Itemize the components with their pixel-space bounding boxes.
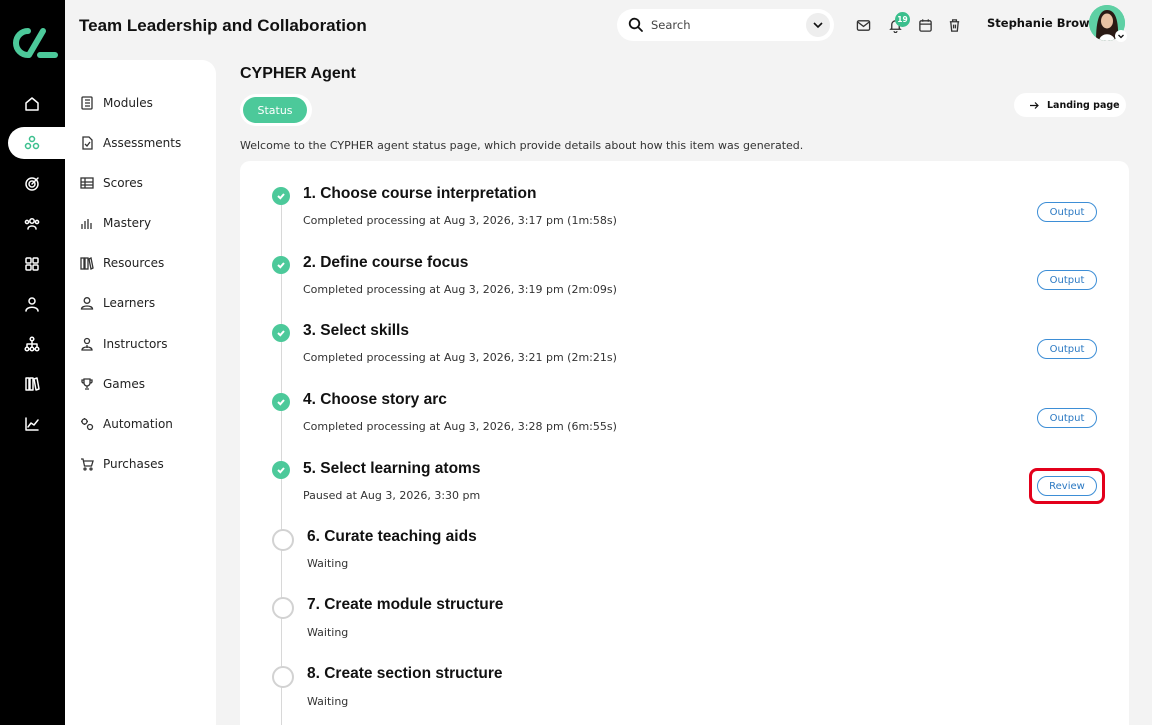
sidebar-item-resources[interactable]: Resources — [80, 252, 164, 274]
landing-page-label: Landing page — [1047, 99, 1120, 111]
pending-circle-icon — [272, 529, 294, 551]
step-status: Waiting — [307, 626, 349, 639]
trash-icon[interactable] — [945, 16, 963, 34]
home-icon[interactable] — [20, 92, 44, 116]
check-icon — [272, 393, 290, 411]
sidebar-item-label: Assessments — [103, 136, 182, 150]
chart-line-icon[interactable] — [20, 412, 44, 436]
page-title: CYPHER Agent — [240, 65, 356, 82]
output-button[interactable]: Output — [1037, 270, 1097, 290]
step-title: 3. Select skills — [303, 322, 409, 339]
output-button[interactable]: Output — [1037, 202, 1097, 222]
sidebar-item-label: Modules — [103, 96, 153, 110]
network-icon[interactable] — [22, 133, 42, 153]
step-title: 5. Select learning atoms — [303, 460, 481, 477]
step-status: Completed processing at Aug 3, 2026, 3:1… — [303, 214, 617, 227]
sidebar-item-learners[interactable]: Learners — [80, 292, 155, 314]
table-icon — [80, 177, 94, 189]
review-highlight-box — [1029, 468, 1105, 504]
gears-icon — [81, 418, 94, 431]
sidebar-item-label: Resources — [103, 256, 165, 270]
pending-circle-icon — [272, 597, 294, 619]
step-title: 8. Create section structure — [307, 665, 503, 682]
output-button[interactable]: Output — [1037, 339, 1097, 359]
app-title: Team Leadership and Collaboration — [79, 16, 367, 35]
chevron-down-icon[interactable] — [1115, 30, 1127, 42]
calendar-icon[interactable] — [916, 16, 934, 34]
tab-status[interactable]: Status — [243, 97, 307, 123]
arrow-right-icon — [1030, 101, 1039, 109]
step-status: Completed processing at Aug 3, 2026, 3:2… — [303, 351, 617, 364]
assessment-icon — [82, 136, 93, 150]
brand-logo[interactable] — [8, 24, 58, 62]
sidebar-item-label: Games — [103, 377, 145, 391]
bar-chart-icon — [81, 219, 92, 229]
step-status: Waiting — [307, 695, 349, 708]
sidebar-item-instructors[interactable]: Instructors — [80, 333, 167, 355]
sidebar-item-purchases[interactable]: Purchases — [80, 453, 164, 475]
sidebar-item-scores[interactable]: Scores — [80, 172, 143, 194]
books-icon — [80, 257, 94, 270]
grid-icon[interactable] — [20, 252, 44, 276]
target-icon[interactable] — [20, 172, 44, 196]
check-icon — [272, 256, 290, 274]
step-title: 6. Curate teaching aids — [307, 528, 477, 545]
step-status: Completed processing at Aug 3, 2026, 3:1… — [303, 283, 617, 296]
sidebar-item-label: Automation — [103, 417, 173, 431]
sidebar-item-label: Instructors — [103, 337, 168, 351]
sidebar-item-label: Mastery — [103, 216, 152, 230]
step-title: 4. Choose story arc — [303, 391, 447, 408]
sidebar-item-games[interactable]: Games — [80, 373, 145, 395]
sidebar-item-assessments[interactable]: Assessments — [80, 132, 181, 154]
steps-card — [240, 161, 1129, 725]
sidebar-item-label: Scores — [103, 176, 143, 190]
search-input[interactable]: Search — [651, 18, 691, 32]
user-name[interactable]: Stephanie Brown — [987, 16, 1098, 30]
search-bar[interactable]: Search — [617, 9, 834, 41]
landing-page-button[interactable]: Landing page — [1014, 93, 1126, 117]
check-icon — [272, 187, 290, 205]
cart-icon — [81, 458, 94, 471]
step-status: Waiting — [307, 557, 349, 570]
step-status: Paused at Aug 3, 2026, 3:30 pm — [303, 489, 481, 502]
search-icon — [628, 17, 643, 32]
instructor-icon — [81, 337, 93, 351]
chevron-down-icon[interactable] — [806, 13, 830, 37]
welcome-text: Welcome to the CYPHER agent status page,… — [240, 139, 804, 152]
step-title: 1. Choose course interpretation — [303, 185, 537, 202]
sidebar-item-label: Learners — [103, 296, 156, 310]
step-status: Completed processing at Aug 3, 2026, 3:2… — [303, 420, 617, 433]
notification-count-badge: 19 — [895, 12, 910, 27]
users-icon[interactable] — [20, 212, 44, 236]
sidebar-item-label: Purchases — [103, 457, 164, 471]
sidebar-item-mastery[interactable]: Mastery — [80, 212, 151, 234]
trophy-icon — [81, 378, 93, 390]
check-icon — [272, 461, 290, 479]
output-button[interactable]: Output — [1037, 408, 1097, 428]
sidebar-item-modules[interactable]: Modules — [80, 92, 153, 114]
check-icon — [272, 324, 290, 342]
user-icon — [80, 297, 94, 310]
person-icon[interactable] — [20, 292, 44, 316]
modules-icon — [81, 96, 93, 110]
step-title: 2. Define course focus — [303, 254, 469, 271]
library-icon[interactable] — [20, 372, 44, 396]
step-title: 7. Create module structure — [307, 596, 504, 613]
pending-circle-icon — [272, 666, 294, 688]
mail-icon[interactable] — [854, 16, 872, 34]
org-chart-icon[interactable] — [20, 332, 44, 356]
sidebar-item-automation[interactable]: Automation — [80, 413, 173, 435]
